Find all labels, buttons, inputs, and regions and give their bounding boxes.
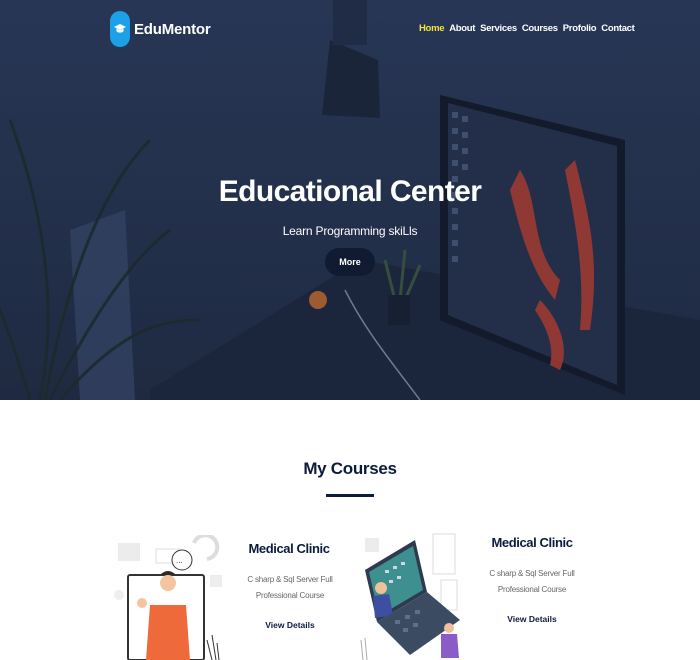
view-details-link[interactable]: View Details [482,614,582,624]
svg-text:...: ... [176,556,183,565]
brand-logo[interactable]: EduMentor [110,11,211,47]
view-details-link[interactable]: View Details [240,620,340,630]
hero-subtitle: Learn Programming skiLls [282,224,418,238]
course-illustration-laptop [360,533,460,660]
course-illustration-teacher: ... [114,535,222,660]
nav-item-home[interactable]: Home [419,23,445,34]
hero-title: Educational Center [218,175,482,208]
nav-item-services[interactable]: Services [480,23,517,34]
courses-heading: My Courses [303,459,397,478]
nav-item-about[interactable]: About [449,23,475,34]
heading-divider [326,494,374,497]
course-card-description: C sharp & Sql Server Full Professional C… [489,569,575,594]
course-card-title: Medical Clinic [248,541,330,556]
hero-section: EduMentor Home About Services Courses Pr… [0,0,700,400]
main-nav: Home About Services Courses Profolio Con… [419,23,635,34]
nav-item-contact[interactable]: Contact [601,23,635,34]
course-card-description: C sharp & Sql Server Full Professional C… [247,575,333,600]
graduation-cap-icon [110,11,130,47]
more-button[interactable]: More [325,248,375,276]
nav-item-profolio[interactable]: Profolio [563,23,597,34]
brand-name: EduMentor [134,20,211,38]
nav-item-courses[interactable]: Courses [522,23,558,34]
course-card-title: Medical Clinic [491,535,573,550]
